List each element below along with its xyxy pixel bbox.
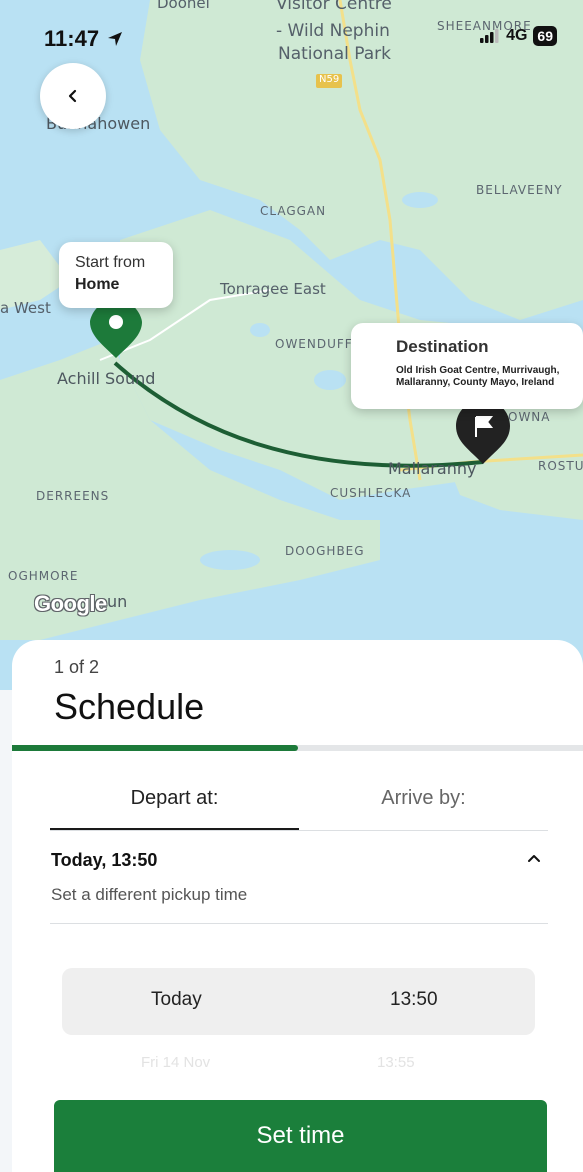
status-time-text: 11:47 xyxy=(44,26,100,51)
location-arrow-icon xyxy=(108,32,123,46)
step-indicator: 1 of 2 xyxy=(54,657,100,677)
map-label: un xyxy=(107,592,128,611)
map-label: ROSTU xyxy=(538,459,583,473)
map-label: Tonragee East xyxy=(220,280,326,298)
status-bar: 11:47 4G 69 xyxy=(0,20,583,56)
map-label: Mallaranny xyxy=(388,459,477,478)
map-label: DOOGHBEG xyxy=(285,544,365,558)
time-picker-selected-row[interactable]: Today 13:50 xyxy=(62,968,535,1035)
destination-address: Old Irish Goat Centre, Murrivaugh, Malla… xyxy=(396,365,560,388)
destination-title: Destination xyxy=(396,337,489,356)
chevron-up-icon[interactable] xyxy=(526,852,542,864)
sheet-title: Schedule xyxy=(54,686,205,727)
pickup-hint: Set a different pickup time xyxy=(51,885,248,904)
battery-icon: 69 xyxy=(533,26,557,46)
schedule-sheet: 1 of 2 Schedule Depart at: Arrive by: To… xyxy=(12,640,583,1172)
map-label: BELLAVEENY xyxy=(476,183,563,197)
map-label: OWNA xyxy=(508,410,551,424)
set-time-button[interactable]: Set time xyxy=(54,1100,547,1172)
start-marker-line2: Home xyxy=(75,276,120,293)
signal-icon xyxy=(480,29,499,43)
map-label: OGHMORE xyxy=(8,569,79,583)
status-indicators: 4G 69 xyxy=(480,26,557,46)
map-label: CLAGGAN xyxy=(260,204,327,218)
status-time: 11:47 xyxy=(44,26,123,52)
chevron-left-icon xyxy=(68,89,77,103)
picker-next-day[interactable]: Fri 14 Nov xyxy=(141,1054,210,1071)
back-button[interactable] xyxy=(40,63,106,129)
pickup-when: Today, 13:50 xyxy=(51,850,158,870)
tab-depart-at[interactable]: Depart at: xyxy=(50,787,299,810)
map-label: Visitor Centre xyxy=(276,0,392,14)
picker-day[interactable]: Today xyxy=(151,989,202,1011)
active-tab-indicator xyxy=(50,828,299,830)
road-shield: N59 xyxy=(319,74,340,85)
google-logo: Google xyxy=(34,591,107,616)
destination-marker-callout[interactable]: Destination Old Irish Goat Centre, Murri… xyxy=(351,323,583,409)
picker-next-time[interactable]: 13:55 xyxy=(377,1054,415,1071)
network-type: 4G xyxy=(506,27,528,44)
map-label: CUSHLECKA xyxy=(330,486,412,500)
tab-arrive-by[interactable]: Arrive by: xyxy=(299,787,548,810)
map-label: Achill Sound xyxy=(57,369,156,388)
start-marker-callout[interactable]: Start from Home xyxy=(59,242,173,308)
map-label: DERREENS xyxy=(36,489,110,503)
time-mode-tabs: Depart at: Arrive by: xyxy=(50,751,548,831)
map-label: OWENDUFF xyxy=(275,337,353,351)
picker-time[interactable]: 13:50 xyxy=(390,989,438,1011)
pickup-time-row[interactable]: Today, 13:50 Set a different pickup time xyxy=(50,831,548,924)
map-label: Doonel xyxy=(157,0,210,12)
start-marker-line1: Start from xyxy=(75,254,146,271)
map-label: a West xyxy=(0,299,51,317)
